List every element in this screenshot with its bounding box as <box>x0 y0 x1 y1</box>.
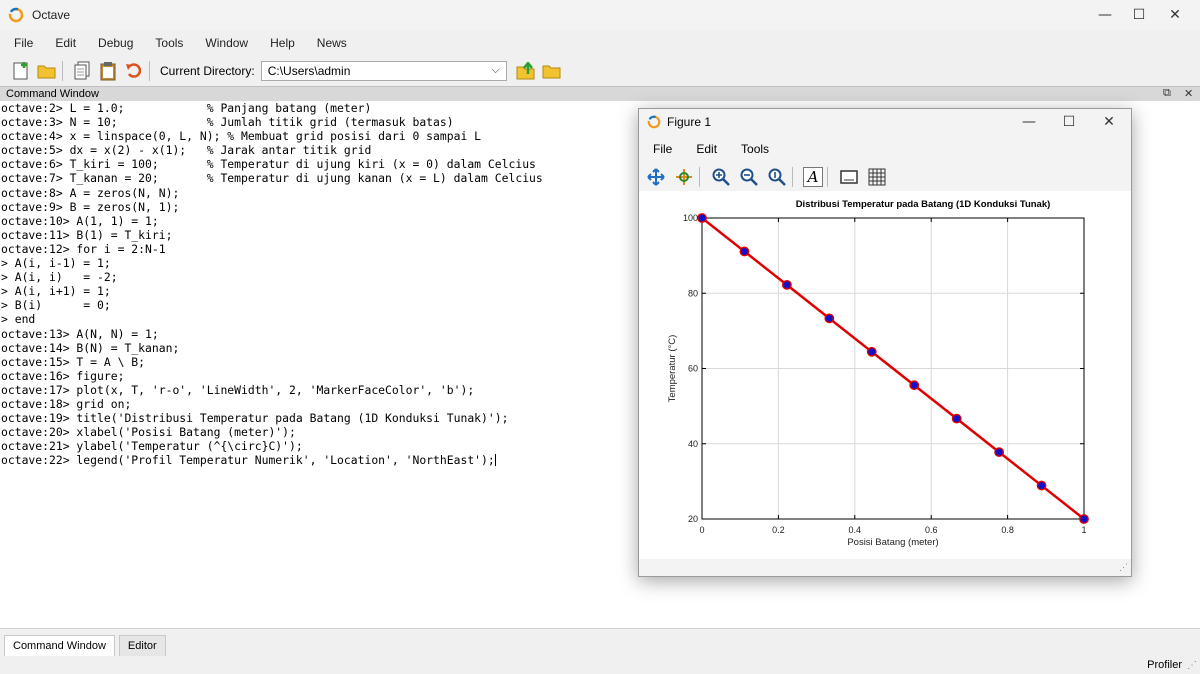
y-tick-label: 60 <box>688 364 698 374</box>
x-tick-label: 0.4 <box>849 525 862 535</box>
undo-icon[interactable] <box>123 60 145 82</box>
close-panel-icon[interactable]: ✕ <box>1184 87 1193 100</box>
menu-bar: File Edit Debug Tools Window Help News <box>0 32 1200 54</box>
data-point <box>781 279 792 290</box>
current-directory-combobox[interactable]: C:\Users\admin ⌵ <box>260 61 507 81</box>
open-folder-icon[interactable] <box>36 60 58 82</box>
current-directory-label: Current Directory: <box>160 64 255 78</box>
figure-menu-edit[interactable]: Edit <box>696 142 717 156</box>
y-tick-label: 40 <box>688 439 698 449</box>
figure-minimize-button[interactable]: — <box>1009 109 1049 135</box>
data-point <box>739 246 750 257</box>
profiler-label[interactable]: Profiler <box>1147 659 1182 671</box>
status-bar: Profiler ⋰ <box>0 656 1200 674</box>
data-point <box>951 413 962 424</box>
octave-logo-icon <box>647 115 661 129</box>
zoom-out-icon[interactable] <box>738 166 760 188</box>
copy-icon[interactable] <box>71 60 93 82</box>
command-window-header: Command Window ⧉ ✕ <box>0 86 1200 102</box>
bottom-tab-bar: Command Window Editor <box>0 634 1200 656</box>
text-cursor <box>494 454 496 467</box>
figure-close-button[interactable]: ✕ <box>1089 109 1129 135</box>
menu-help[interactable]: Help <box>270 36 295 50</box>
y-tick-label: 80 <box>688 288 698 298</box>
figure-menu-file[interactable]: File <box>653 142 672 156</box>
toolbar-separator <box>62 61 63 81</box>
tab-command-window[interactable]: Command Window <box>4 635 115 656</box>
tab-editor[interactable]: Editor <box>118 635 166 656</box>
parent-directory-icon[interactable] <box>515 60 537 82</box>
data-point <box>994 447 1005 458</box>
data-point <box>909 380 920 391</box>
zoom-in-icon[interactable] <box>710 166 732 188</box>
browse-directory-icon[interactable] <box>541 60 563 82</box>
y-axis-label: Temperatur (°C) <box>667 335 678 403</box>
menu-debug[interactable]: Debug <box>98 36 133 50</box>
x-tick-label: 1 <box>1081 525 1086 535</box>
chart-title: Distribusi Temperatur pada Batang (1D Ko… <box>796 199 1051 210</box>
resize-grip-icon[interactable]: ⋰ <box>1119 562 1128 573</box>
close-button[interactable]: ✕ <box>1152 0 1198 30</box>
toolbar-separator <box>827 167 828 187</box>
plot-area: 0 0.2 0.4 0.6 0.8 1 20 40 60 80 100 Distribusi Temp… <box>667 199 1089 548</box>
y-tick-label: 20 <box>688 514 698 524</box>
window-title: Octave <box>32 8 71 22</box>
toolbar-separator <box>149 61 150 81</box>
x-tick-label: 0.8 <box>1001 525 1014 535</box>
data-point <box>1036 480 1047 491</box>
x-tick-label: 0.2 <box>772 525 785 535</box>
insert-text-icon[interactable]: A <box>803 167 823 187</box>
figure-title-bar: Figure 1 — ☐ ✕ <box>639 109 1131 135</box>
data-point <box>866 346 877 357</box>
x-tick-label: 0 <box>699 525 704 535</box>
figure-menu-tools[interactable]: Tools <box>741 142 769 156</box>
figure-toolbar: A <box>639 163 1131 191</box>
x-tick-label: 0.6 <box>925 525 938 535</box>
menu-window[interactable]: Window <box>205 36 248 50</box>
figure-window: Figure 1 — ☐ ✕ File Edit Tools A 0 0.2 0… <box>638 108 1132 577</box>
menu-edit[interactable]: Edit <box>55 36 76 50</box>
main-toolbar: Current Directory: C:\Users\admin ⌵ <box>0 56 1200 86</box>
menu-file[interactable]: File <box>14 36 33 50</box>
new-script-icon[interactable] <box>10 60 32 82</box>
chevron-down-icon[interactable]: ⌵ <box>491 64 499 77</box>
undock-icon[interactable]: ⧉ <box>1163 87 1171 100</box>
toggle-axes-icon[interactable] <box>838 166 860 188</box>
figure-menu-bar: File Edit Tools <box>639 139 1131 159</box>
resize-grip-icon[interactable]: ⋰ <box>1187 660 1197 671</box>
data-point <box>697 213 707 223</box>
menu-tools[interactable]: Tools <box>155 36 183 50</box>
figure-maximize-button[interactable]: ☐ <box>1049 109 1089 135</box>
current-directory-value: C:\Users\admin <box>267 64 351 78</box>
toolbar-separator <box>792 167 793 187</box>
title-bar: Octave — ☐ ✕ <box>0 0 1200 30</box>
command-window-title: Command Window <box>6 88 99 100</box>
x-axis-label: Posisi Batang (meter) <box>847 537 938 548</box>
zoom-reset-icon[interactable] <box>766 166 788 188</box>
toolbar-separator <box>699 167 700 187</box>
y-tick-label: 100 <box>683 213 698 223</box>
menu-news[interactable]: News <box>317 36 347 50</box>
data-point <box>824 313 835 324</box>
rotate-icon[interactable] <box>673 166 695 188</box>
figure-status-bar: ⋰ <box>639 559 1131 576</box>
data-point <box>1079 514 1089 524</box>
figure-title: Figure 1 <box>667 115 712 129</box>
octave-logo-icon <box>8 7 24 23</box>
paste-icon[interactable] <box>97 60 119 82</box>
toggle-grid-icon[interactable] <box>866 166 888 188</box>
figure-canvas[interactable]: 0 0.2 0.4 0.6 0.8 1 20 40 60 80 100 Distribusi Temp… <box>639 191 1131 559</box>
pan-icon[interactable] <box>645 166 667 188</box>
